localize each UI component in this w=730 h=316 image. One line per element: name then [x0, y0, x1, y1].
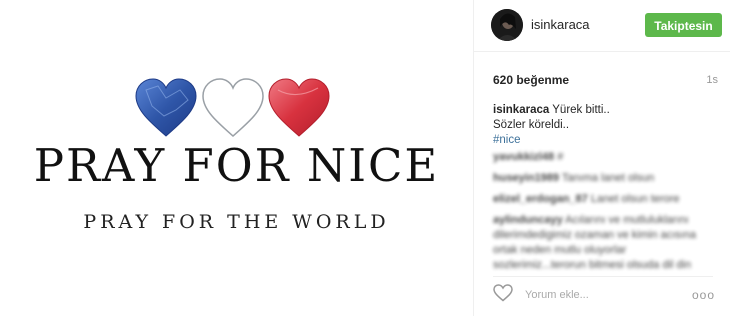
following-button[interactable]: Takiptesin	[645, 13, 722, 37]
caption-username[interactable]: isinkaraca	[493, 104, 549, 116]
comment-username[interactable]: elizel_erdogan_87	[493, 193, 588, 205]
comment-text: Acılarını ve mutluluklarını	[565, 214, 689, 226]
avatar-image	[491, 9, 523, 41]
post-details-panel: isinkaraca Takiptesin 620 beğenme 1s isi…	[473, 0, 730, 316]
comments-list: yavukkizl48 # huseyin1989 Tanıma lanet o…	[493, 150, 725, 279]
comment-continuation: dilerimdedigimiz ozaman ve kimin acısına	[493, 228, 725, 243]
comment-text: Lanet olsun terore	[590, 193, 680, 205]
comment-text: #	[557, 151, 564, 163]
comment-item: elizel_erdogan_87 Lanet olsun terore	[493, 192, 725, 207]
post-image[interactable]: PRAY FOR NICE PRAY FOR THE WORLD	[0, 0, 473, 316]
footer-divider	[493, 276, 713, 277]
instagram-post-view: PRAY FOR NICE PRAY FOR THE WORLD isinkar…	[0, 0, 730, 316]
pray-for-nice-text: PRAY FOR NICE	[33, 139, 440, 192]
comment-text: dilerimdedigimiz ozaman ve kimin acısına	[493, 229, 696, 241]
comment-item: huseyin1989 Tanıma lanet olsun	[493, 171, 725, 186]
comment-continuation: ortak neden mutlu oluyorlar	[493, 243, 725, 258]
pray-for-the-world-text: PRAY FOR THE WORLD	[83, 211, 390, 233]
caption-line-1: Yürek bitti..	[552, 104, 610, 116]
blue-heart-icon	[135, 78, 197, 137]
comment-footer: ooo	[493, 284, 725, 304]
likes-count[interactable]: 620 beğenme	[493, 73, 569, 87]
comment-continuation: sozlerimiz...terorun bitmesi olsuda dil …	[493, 258, 725, 273]
hearts-graphic	[135, 78, 330, 137]
caption-hashtag[interactable]: #nice	[493, 134, 521, 146]
username-link[interactable]: isinkaraca	[531, 17, 590, 32]
like-heart-icon[interactable]	[493, 284, 513, 302]
white-heart-icon	[202, 78, 264, 137]
comment-username[interactable]: aylinduncayy	[493, 214, 563, 226]
comment-item: yavukkizl48 #	[493, 150, 725, 165]
comment-item: aylinduncayy Acılarını ve mutluluklarını	[493, 213, 725, 228]
more-options-icon[interactable]: ooo	[692, 288, 715, 302]
post-header: isinkaraca Takiptesin	[474, 0, 730, 52]
red-heart-icon	[268, 78, 330, 137]
comment-text: ortak neden mutlu oluyorlar	[493, 244, 627, 256]
comment-username[interactable]: yavukkizl48	[493, 151, 554, 163]
add-comment-input[interactable]	[523, 286, 677, 304]
comment-text: sozlerimiz...terorun bitmesi olsuda dil …	[493, 259, 692, 271]
comments-scrollbar[interactable]	[725, 82, 728, 272]
caption: isinkaraca Yürek bitti.. Sözler köreldi.…	[493, 103, 723, 148]
post-time[interactable]: 1s	[706, 74, 718, 86]
comment-username[interactable]: huseyin1989	[493, 172, 559, 184]
avatar[interactable]	[491, 9, 523, 41]
caption-line-2: Sözler köreldi..	[493, 119, 570, 131]
comment-text: Tanıma lanet olsun	[561, 172, 655, 184]
